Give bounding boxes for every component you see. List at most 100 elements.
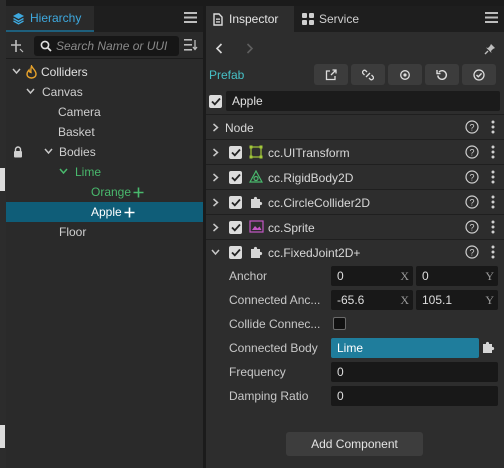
tree-node-floor[interactable]: Floor <box>6 222 203 242</box>
tree-node-canvas[interactable]: Canvas <box>6 82 203 102</box>
collide-connected-checkbox[interactable] <box>333 317 346 330</box>
chevron-down-icon[interactable] <box>59 168 68 175</box>
anchor-y-value: 0 <box>422 269 429 283</box>
help-icon[interactable]: ? <box>465 195 479 209</box>
chevron-right-icon[interactable] <box>212 123 219 132</box>
more-vertical-icon[interactable] <box>491 220 495 234</box>
more-vertical-icon[interactable] <box>491 170 495 184</box>
component-enabled-checkbox[interactable] <box>229 221 242 234</box>
connected-anchor-y-field[interactable]: 105.1 Y <box>416 290 498 310</box>
component-enabled-checkbox[interactable] <box>229 246 242 259</box>
tab-inspector-label: Inspector <box>229 12 279 26</box>
tree-node-label: Bodies <box>59 145 96 159</box>
chevron-down-icon[interactable] <box>211 249 220 256</box>
anchor-x-field[interactable]: 0 X <box>331 266 413 286</box>
component-fixedjoint2d[interactable]: cc.FixedJoint2D+ ? <box>206 239 504 264</box>
section-node-label: Node <box>225 121 254 135</box>
pin-icon[interactable] <box>484 43 496 55</box>
prop-damping-ratio: Damping Ratio 0 <box>206 384 504 408</box>
tree-node-basket[interactable]: Basket <box>6 122 203 142</box>
anchor-x-value: 0 <box>337 269 344 283</box>
inspector-menu-icon[interactable] <box>485 12 498 23</box>
hierarchy-menu-icon[interactable] <box>184 12 197 23</box>
tree-node-label: Floor <box>59 225 87 239</box>
chevron-right-icon[interactable] <box>212 223 219 232</box>
svg-text:?: ? <box>469 123 474 133</box>
tab-hierarchy[interactable]: Hierarchy <box>6 6 94 32</box>
add-component-button[interactable]: Add Component <box>286 432 423 456</box>
prop-frequency: Frequency 0 <box>206 360 504 384</box>
unlink-prefab-button[interactable] <box>351 64 385 85</box>
connected-anchor-x-field[interactable]: -65.6 X <box>331 290 413 310</box>
component-enabled-checkbox[interactable] <box>229 196 242 209</box>
connected-anchor-x-value: -65.6 <box>337 293 365 307</box>
chevron-down-icon[interactable] <box>26 88 35 95</box>
hierarchy-toolbar <box>6 32 203 59</box>
tree-node-label: Basket <box>58 125 95 139</box>
svg-text:?: ? <box>469 173 474 183</box>
svg-text:?: ? <box>469 148 474 158</box>
svg-text:?: ? <box>469 223 474 233</box>
node-name-row: Apple <box>206 90 504 112</box>
search-input[interactable] <box>56 39 174 53</box>
puzzle-icon[interactable] <box>481 340 495 354</box>
tree-node-label: Canvas <box>42 85 83 99</box>
damping-ratio-field[interactable]: 0 <box>331 386 498 406</box>
open-prefab-button[interactable] <box>314 64 348 85</box>
y-axis-label: Y <box>485 293 494 307</box>
more-vertical-icon[interactable] <box>491 120 495 134</box>
lock-icon[interactable] <box>13 146 23 158</box>
chevron-right-icon[interactable] <box>212 148 219 157</box>
node-name-input[interactable]: Apple <box>226 91 500 111</box>
help-icon[interactable]: ? <box>465 170 479 184</box>
sort-list-icon[interactable] <box>184 39 198 51</box>
component-uitransform[interactable]: cc.UITransform ? <box>206 139 504 164</box>
tree-node-colliders[interactable]: Colliders <box>6 62 203 82</box>
component-enabled-checkbox[interactable] <box>229 171 242 184</box>
section-node[interactable]: Node ? <box>206 114 504 139</box>
connected-body-field[interactable]: Lime <box>331 338 479 358</box>
chevron-down-icon[interactable] <box>44 148 53 155</box>
create-node-button[interactable] <box>10 39 24 53</box>
prefab-toolbar: Prefab <box>206 62 504 88</box>
chevron-right-icon[interactable] <box>212 173 219 182</box>
node-active-checkbox[interactable] <box>209 95 222 108</box>
tab-service[interactable]: Service <box>296 6 376 32</box>
tab-inspector[interactable]: Inspector <box>206 6 294 32</box>
tree-node-camera[interactable]: Camera <box>6 102 203 122</box>
locate-prefab-button[interactable] <box>388 64 422 85</box>
forward-arrow-icon[interactable] <box>246 43 254 54</box>
help-icon[interactable]: ? <box>465 245 479 259</box>
component-rigidbody2d[interactable]: cc.RigidBody2D ? <box>206 164 504 189</box>
prop-label: Anchor <box>229 269 268 283</box>
prefab-label: Prefab <box>209 68 245 82</box>
component-enabled-checkbox[interactable] <box>229 146 242 159</box>
revert-prefab-button[interactable] <box>425 64 459 85</box>
back-arrow-icon[interactable] <box>215 43 223 54</box>
chevron-right-icon[interactable] <box>212 198 219 207</box>
more-vertical-icon[interactable] <box>491 195 495 209</box>
search-icon <box>40 40 52 52</box>
help-icon[interactable]: ? <box>465 120 479 134</box>
tab-service-label: Service <box>319 12 360 26</box>
svg-text:?: ? <box>469 248 474 258</box>
more-vertical-icon[interactable] <box>491 245 495 259</box>
more-vertical-icon[interactable] <box>491 145 495 159</box>
tree-node-lime[interactable]: Lime <box>6 162 203 182</box>
tree-node-bodies[interactable]: Bodies <box>6 142 203 162</box>
component-sprite[interactable]: cc.Sprite ? <box>206 214 504 239</box>
component-circlecollider2d[interactable]: cc.CircleCollider2D ? <box>206 189 504 214</box>
puzzle-icon <box>249 195 263 209</box>
help-icon[interactable]: ? <box>465 220 479 234</box>
help-icon[interactable]: ? <box>465 145 479 159</box>
frequency-field[interactable]: 0 <box>331 362 498 382</box>
apply-prefab-button[interactable] <box>462 64 496 85</box>
tree-node-apple[interactable]: Apple <box>6 202 203 222</box>
hierarchy-search[interactable] <box>34 36 179 56</box>
prop-collide-connected: Collide Connec... <box>206 312 504 336</box>
prop-label: Collide Connec... <box>229 317 321 331</box>
sprite-icon <box>249 220 264 233</box>
tree-node-orange[interactable]: Orange <box>6 182 203 202</box>
anchor-y-field[interactable]: 0 Y <box>416 266 498 286</box>
chevron-down-icon[interactable] <box>12 68 21 75</box>
